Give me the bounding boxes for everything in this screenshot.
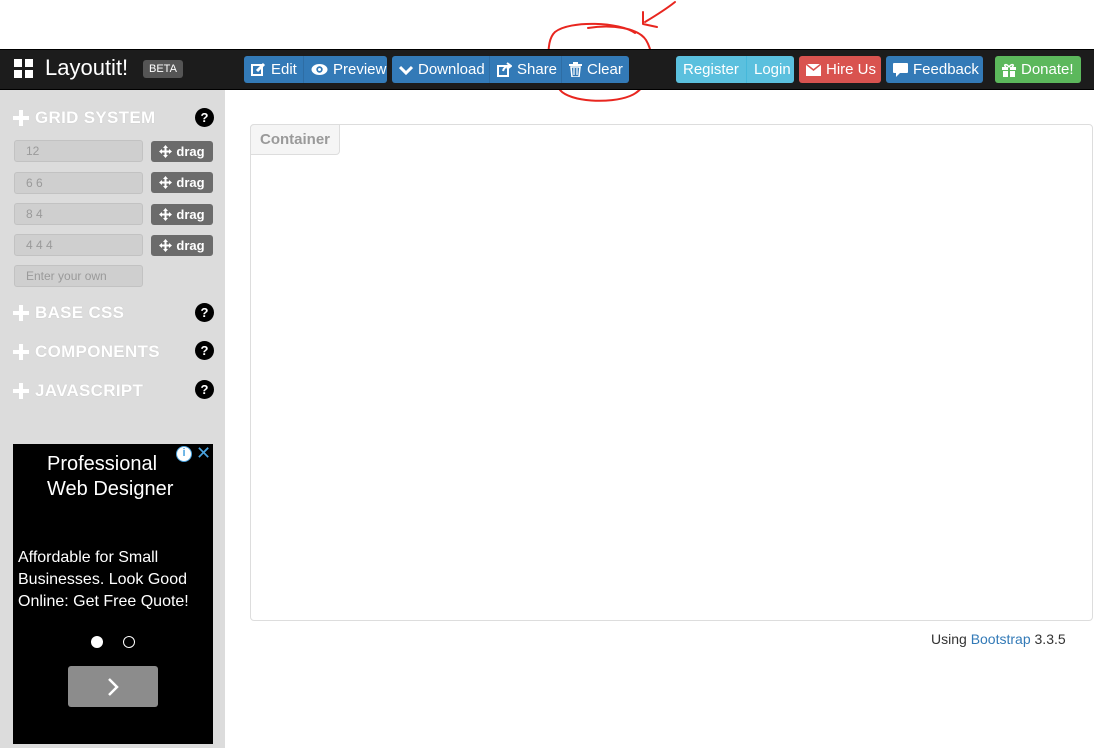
bootstrap-version: 3.3.5 (1034, 631, 1066, 647)
plus-icon (12, 304, 30, 322)
help-icon[interactable]: ? (195, 380, 214, 399)
grid-logo-icon (14, 59, 33, 78)
edit-button[interactable]: Edit (244, 56, 303, 83)
share-button[interactable]: Share (489, 56, 561, 83)
info-icon[interactable]: i (176, 446, 192, 462)
share-label: Share (517, 61, 558, 78)
page: Layoutit! BETA Edit Preview Download Sha… (0, 0, 1094, 748)
edit-label: Edit (271, 61, 297, 78)
edit-icon (251, 62, 266, 76)
drag-handle[interactable]: drag (151, 172, 213, 193)
drag-handle[interactable]: drag (151, 141, 213, 162)
login-button[interactable]: Login (746, 56, 794, 83)
section-label: GRID SYSTEM (35, 108, 156, 127)
eye-icon (311, 64, 328, 75)
drag-label: drag (176, 238, 205, 253)
help-icon[interactable]: ? (195, 108, 214, 127)
section-grid-system[interactable]: GRID SYSTEM (12, 107, 155, 129)
section-label: JAVASCRIPT (35, 381, 144, 400)
download-button[interactable]: Download (392, 56, 489, 83)
footer-note: Using Bootstrap 3.3.5 (931, 631, 1066, 647)
footer-prefix: Using (931, 631, 967, 647)
move-icon (159, 208, 173, 221)
trash-icon (569, 62, 582, 77)
layout-container[interactable]: Container (250, 124, 1093, 621)
share-icon (497, 62, 512, 77)
drag-label: drag (176, 175, 205, 190)
drag-label: drag (176, 144, 205, 159)
chevron-down-icon (399, 65, 413, 75)
navbar: Layoutit! BETA Edit Preview Download Sha… (0, 49, 1094, 90)
move-icon (159, 239, 173, 252)
comment-icon (893, 62, 908, 77)
drag-handle[interactable]: drag (151, 235, 213, 256)
grid-row-input: 8 4 (14, 203, 143, 225)
container-label: Container (250, 124, 340, 155)
download-label: Download (418, 61, 485, 78)
custom-grid-input[interactable]: Enter your own (14, 265, 143, 287)
ad-next-button[interactable] (68, 666, 158, 707)
donate-label: Donate! (1021, 61, 1074, 78)
clear-label: Clear (587, 61, 623, 78)
register-label: Register (683, 61, 739, 78)
move-icon (159, 145, 173, 158)
feedback-button[interactable]: Feedback (886, 56, 983, 83)
plus-icon (12, 343, 30, 361)
grid-row-input: 12 (14, 140, 143, 162)
envelope-icon (806, 63, 821, 76)
app-title[interactable]: Layoutit! (45, 55, 128, 81)
section-base-css[interactable]: BASE CSS (12, 302, 124, 324)
register-button[interactable]: Register (676, 56, 746, 83)
preview-label: Preview (333, 61, 387, 78)
carousel-dot-active[interactable] (91, 636, 103, 648)
help-icon[interactable]: ? (195, 303, 214, 322)
hire-us-button[interactable]: Hire Us (799, 56, 881, 83)
plus-icon (12, 109, 30, 127)
gift-icon (1002, 63, 1016, 77)
feedback-label: Feedback (913, 61, 979, 78)
grid-row-input: 4 4 4 (14, 234, 143, 256)
donate-button[interactable]: Donate! (995, 56, 1081, 83)
section-label: COMPONENTS (35, 342, 160, 361)
drag-label: drag (176, 207, 205, 222)
section-label: BASE CSS (35, 303, 125, 322)
bootstrap-link[interactable]: Bootstrap (971, 631, 1031, 647)
ad-body[interactable]: Affordable for Small Businesses. Look Go… (18, 547, 210, 613)
help-icon[interactable]: ? (195, 341, 214, 360)
ad-title[interactable]: Professional Web Designer (47, 452, 187, 502)
carousel-dot[interactable] (123, 636, 135, 648)
plus-icon (12, 382, 30, 400)
hire-us-label: Hire Us (826, 61, 877, 78)
section-javascript[interactable]: JAVASCRIPT (12, 380, 143, 402)
grid-row-input: 6 6 (14, 172, 143, 194)
login-label: Login (754, 61, 791, 78)
drag-handle[interactable]: drag (151, 204, 213, 225)
chevron-right-icon (108, 677, 119, 696)
beta-badge: BETA (143, 60, 183, 78)
clear-button[interactable]: Clear (561, 56, 629, 83)
ad-banner[interactable]: Professional Web Designer Affordable for… (13, 443, 213, 744)
close-icon[interactable]: ✕ (196, 443, 211, 464)
move-icon (159, 176, 173, 189)
section-components[interactable]: COMPONENTS (12, 341, 160, 363)
preview-button[interactable]: Preview (303, 56, 387, 83)
top-strip (0, 0, 1094, 49)
